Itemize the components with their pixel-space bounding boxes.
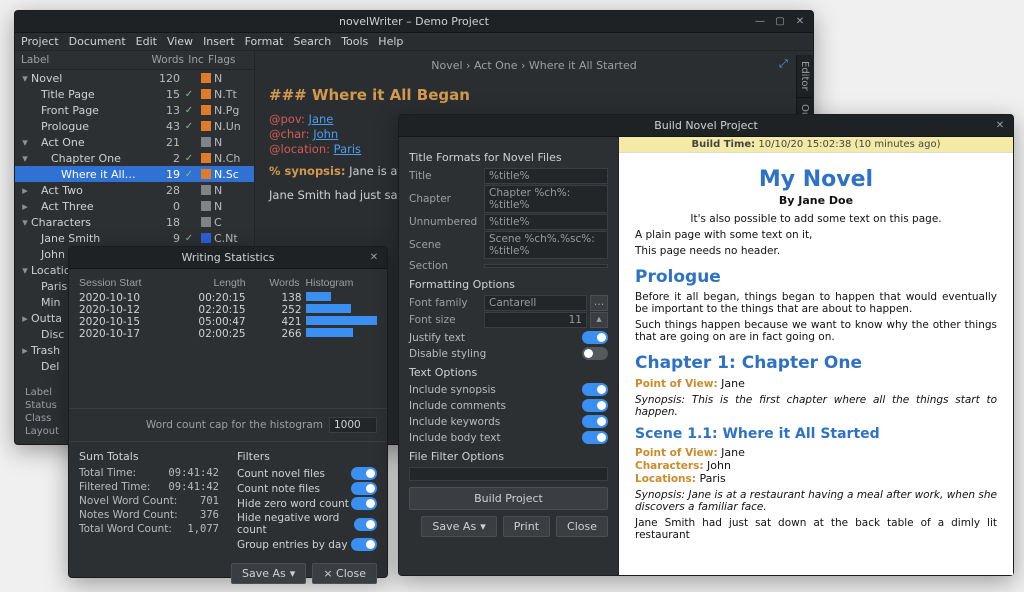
menu-tools[interactable]: Tools [341,35,368,48]
close-button[interactable]: × Close [312,563,377,584]
sidetab-editor[interactable]: Editor [797,55,812,98]
menu-format[interactable]: Format [245,35,284,48]
preview-author: By Jane Doe [635,194,997,207]
sum-heading: Sum Totals [79,450,219,463]
breadcrumb: Novel › Act One › Where it All Started [269,59,799,72]
meta-link[interactable]: Paris [699,472,725,485]
option-toggle[interactable]: Disable styling [409,347,608,360]
tree-row[interactable]: ▸Act Three0N [15,198,254,214]
format-input[interactable] [484,264,608,268]
doc-heading: ### Where it All Began [269,86,799,104]
cap-input[interactable] [329,417,377,433]
filter-bar[interactable] [409,467,608,481]
col-histogram[interactable]: Histogram [306,277,377,292]
format-input[interactable]: %title% [484,214,608,230]
menu-search[interactable]: Search [293,35,331,48]
tree-row[interactable]: Prologue43✓N.Un [15,118,254,134]
font-size-input[interactable]: 11 [484,312,587,328]
filter-toggle[interactable]: Hide negative word count [237,512,377,536]
menu-insert[interactable]: Insert [203,35,235,48]
preview-title: My Novel [635,167,997,192]
main-title: novelWriter – Demo Project [339,15,489,28]
filters-heading: Filters [237,450,377,463]
menu-view[interactable]: View [167,35,193,48]
save-as-button[interactable]: Save As ▾ [421,516,496,537]
main-titlebar: novelWriter – Demo Project — ▢ ✕ [15,11,813,33]
stats-window: Writing Statistics ✕ Session Start Lengt… [68,246,388,578]
tree-row[interactable]: ▾Act One21N [15,134,254,150]
meta-link[interactable]: John [707,459,731,472]
col-label[interactable]: Label [21,54,142,66]
filter-toggle[interactable]: Count novel files [237,467,377,480]
option-toggle[interactable]: Include comments [409,399,608,412]
format-input[interactable]: %title% [484,168,608,184]
col-session[interactable]: Session Start [79,277,172,292]
tree-row[interactable]: Front Page13✓N.Pg [15,102,254,118]
menu-document[interactable]: Document [69,35,126,48]
format-input[interactable]: Chapter %ch%: %title% [484,185,608,213]
synopsis-key: % synopsis: [269,164,345,178]
pov-link[interactable]: Jane [721,377,745,390]
maximize-icon[interactable]: ▢ [773,14,787,28]
font-picker-button[interactable]: … [590,295,608,311]
option-toggle[interactable]: Include keywords [409,415,608,428]
build-title: Build Novel Project [654,119,758,132]
tree-row[interactable]: Title Page15✓N.Tt [15,86,254,102]
menu-edit[interactable]: Edit [136,35,157,48]
minimize-icon[interactable]: — [753,14,767,28]
meta-link[interactable]: Jane [721,446,745,459]
filter-toggle[interactable]: Hide zero word count [237,497,377,510]
tree-row[interactable]: Jane Smith9✓C.Nt [15,230,254,246]
group-text-options: Text Options [409,366,608,379]
session-row[interactable]: 2020-10-1202:20:15252 [79,304,377,316]
build-window: Build Novel Project ✕ Title Formats for … [398,114,1014,576]
tree-row[interactable]: ▸Act Two28N [15,182,254,198]
tree-row[interactable]: ▾Characters18C [15,214,254,230]
stats-title: Writing Statistics [181,251,274,264]
group-file-filter: File Filter Options [409,450,608,463]
format-input[interactable]: Scene %ch%.%sc%: %title% [484,231,608,259]
group-formatting: Formatting Options [409,278,608,291]
close-icon[interactable]: ✕ [993,118,1007,132]
expand-icon[interactable]: ⤢ [779,57,788,71]
col-words[interactable]: Words [252,277,306,292]
save-as-button[interactable]: Save As ▾ [231,563,306,584]
session-row[interactable]: 2020-10-1000:20:15138 [79,292,377,304]
close-button[interactable]: Close [556,516,608,537]
build-project-button[interactable]: Build Project [409,487,608,510]
menu-help[interactable]: Help [378,35,403,48]
session-table: Session Start Length Words Histogram 202… [79,277,377,340]
session-row[interactable]: 2020-10-1702:00:25266 [79,328,377,340]
col-words[interactable]: Words [142,54,184,66]
close-icon[interactable]: ✕ [367,250,381,264]
filter-toggle[interactable]: Count note files [237,482,377,495]
size-spinner[interactable]: ▴ [590,312,608,328]
menubar: Project Document Edit View Insert Format Searc… [15,33,813,51]
print-button[interactable]: Print [503,516,550,537]
build-options: Title Formats for Novel Files Title%titl… [399,137,619,575]
filter-toggle[interactable]: Group entries by day [237,538,377,551]
col-flags[interactable]: Flags [208,54,248,66]
tree-row[interactable]: Where it All Start...19✓N.Sc [15,166,254,182]
build-titlebar: Build Novel Project ✕ [399,115,1013,137]
group-title-formats: Title Formats for Novel Files [409,151,608,164]
build-preview: Build Time: 10/10/20 15:02:38 (10 minute… [619,137,1013,575]
option-toggle[interactable]: Include synopsis [409,383,608,396]
close-icon[interactable]: ✕ [793,14,807,28]
stats-titlebar: Writing Statistics ✕ [69,247,387,269]
menu-project[interactable]: Project [21,35,59,48]
option-toggle[interactable]: Justify text [409,331,608,344]
col-length[interactable]: Length [172,277,251,292]
session-row[interactable]: 2020-10-1505:00:47421 [79,316,377,328]
tree-row[interactable]: ▾Novel120N [15,70,254,86]
tree-row[interactable]: ▾Chapter One2✓N.Ch [15,150,254,166]
col-inc[interactable]: Inc [184,54,208,66]
option-toggle[interactable]: Include body text [409,431,608,444]
cap-label: Word count cap for the histogram [146,419,323,431]
font-family-input[interactable]: Cantarell [484,295,587,311]
